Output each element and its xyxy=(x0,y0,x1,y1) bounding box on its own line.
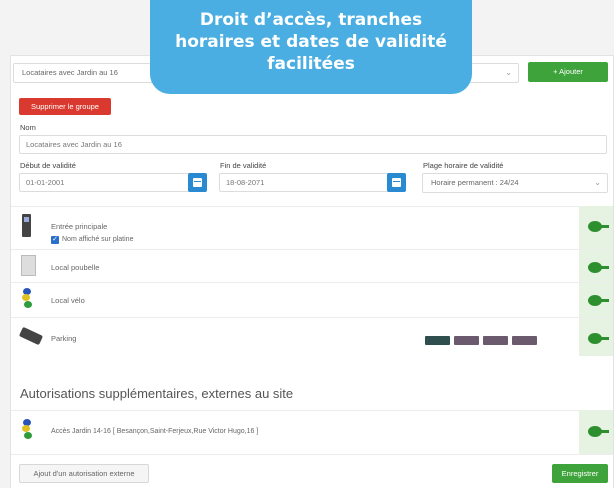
banner-line-2: horaires et dates de validité xyxy=(175,32,447,52)
end-date-label: Fin de validité xyxy=(220,161,267,170)
name-input[interactable]: Locataires avec Jardin au 16 xyxy=(19,135,607,154)
calendar-icon[interactable] xyxy=(387,173,406,192)
add-group-button[interactable]: + Ajouter xyxy=(528,62,608,82)
door-name: Local poubelle xyxy=(51,263,100,272)
door-name: Parking xyxy=(51,334,77,343)
external-section-title: Autorisations supplémentaires, externes … xyxy=(20,386,294,401)
start-date-label: Début de validité xyxy=(20,161,76,170)
status-badge xyxy=(425,336,450,345)
key-icon[interactable] xyxy=(588,333,609,344)
chevron-down-icon: ⌄ xyxy=(505,68,512,77)
start-date-input[interactable]: 01-01-2001 xyxy=(19,173,197,192)
traffic-light-icon xyxy=(22,288,32,309)
divider xyxy=(11,282,613,283)
save-button[interactable]: Enregistrer xyxy=(552,464,608,483)
door-icon xyxy=(21,255,36,276)
divider xyxy=(11,454,613,455)
schedule-select-value: Horaire permanent : 24/24 xyxy=(431,178,519,187)
door-name: Local vélo xyxy=(51,296,85,305)
schedule-label: Plage horaire de validité xyxy=(423,161,504,170)
key-icon[interactable] xyxy=(588,295,609,306)
door-name: Entrée principale xyxy=(51,222,108,231)
calendar-icon[interactable] xyxy=(188,173,207,192)
key-icon[interactable] xyxy=(588,262,609,273)
end-date-input[interactable]: 18-08-2071 xyxy=(219,173,397,192)
remote-control-icon xyxy=(18,326,44,346)
feature-banner: Droit d’accès, tranches horaires et date… xyxy=(150,0,472,94)
display-name-checkbox[interactable]: ✓ xyxy=(51,236,59,244)
intercom-panel-icon xyxy=(22,214,31,237)
group-select-value: Locataires avec Jardin au 16 xyxy=(22,68,118,77)
status-badge xyxy=(483,336,508,345)
traffic-light-icon xyxy=(22,419,32,440)
checkbox-label: Nom affiché sur platine xyxy=(62,236,134,243)
status-badge xyxy=(454,336,479,345)
divider xyxy=(11,206,613,207)
divider xyxy=(11,249,613,250)
add-external-authorization-button[interactable]: Ajout d'un autorisation externe xyxy=(19,464,149,483)
name-label: Nom xyxy=(20,123,36,132)
divider xyxy=(11,410,613,411)
external-access-name: Accès Jardin 14-16 [ Besançon,Saint-Ferj… xyxy=(51,428,259,435)
group-editor-card: Locataires avec Jardin au 16 ⌄ + Ajouter… xyxy=(10,55,614,488)
schedule-select[interactable]: Horaire permanent : 24/24 ⌄ xyxy=(422,173,608,193)
status-badge xyxy=(512,336,537,345)
key-icon[interactable] xyxy=(588,221,609,232)
delete-group-button[interactable]: Supprimer le groupe xyxy=(19,98,111,115)
banner-line-3: facilitées xyxy=(267,54,355,74)
banner-line-1: Droit d’accès, tranches xyxy=(199,10,423,30)
chevron-down-icon: ⌄ xyxy=(594,178,601,187)
key-icon[interactable] xyxy=(588,426,609,437)
divider xyxy=(11,317,613,318)
